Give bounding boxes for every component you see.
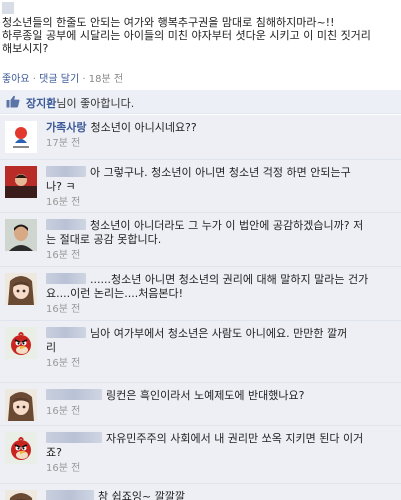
comment-body: 링컨은 흑인이라서 노예제도에 반대했나요? 16분 전	[46, 389, 397, 419]
commenter-avatar[interactable]	[5, 273, 37, 305]
comment-text: 리	[46, 341, 57, 354]
commenter-avatar[interactable]	[5, 432, 37, 464]
comment-text: 죠?	[46, 446, 62, 459]
separator: ·	[32, 74, 36, 85]
comment-text-line: 청소년이 아니더라도 그 누가 이 법안에 공감하겠습니까? 저	[46, 219, 397, 233]
commenter-avatar[interactable]	[5, 389, 37, 421]
comment-body: 님아 여가부에서 청소년은 사람도 아니에요. 만만한 깔꺼리 16분 전	[46, 327, 397, 371]
comment-text-line: 는 절대로 공감 못합니다.	[46, 233, 397, 247]
post-text: 청소년들의 한줄도 안되는 여가와 행복추구권을 맘대로 침해하지마라~!! 하…	[2, 16, 397, 55]
comment-author-link[interactable]: 가족사랑	[46, 121, 86, 134]
comment-text-line: 죠?	[46, 446, 397, 460]
commenter-avatar[interactable]	[5, 219, 37, 251]
blurred-author-name[interactable]	[46, 389, 102, 400]
comment-body: 참 쉽죠잉~ 깔깔깔	[46, 490, 397, 500]
comment-timestamp[interactable]: 16분 전	[46, 462, 397, 476]
like-link[interactable]: 좋아요	[2, 74, 30, 85]
comment-text-line: 가족사랑 청소년이 아니시네요??	[46, 121, 397, 135]
comment-body: 아 그렇구나. 청소년이 아니면 청소년 걱정 하면 안되는구나? ㅋ 16분 전	[46, 166, 397, 210]
blurred-author-name[interactable]	[46, 327, 86, 338]
comment-body: ......청소년 아니면 청소년의 권리에 대해 말하지 말라는 건가 요...…	[46, 273, 397, 317]
commenter-avatar[interactable]	[5, 121, 37, 153]
comment-text: 청소년이 아니더라도 그 누가 이 법안에 공감하겠습니까? 저	[90, 219, 364, 232]
liker-name-link[interactable]: 장지환	[26, 97, 56, 110]
comment-text: 나? ㅋ	[46, 180, 76, 193]
comment-timestamp[interactable]: 16분 전	[46, 249, 397, 263]
blurred-author-name[interactable]	[46, 219, 86, 230]
comment-timestamp[interactable]: 16분 전	[46, 303, 397, 317]
blurred-author-name[interactable]	[46, 166, 86, 177]
comment-text: ......청소년 아니면 청소년의 권리에 대해 말하지 말라는 건가	[90, 273, 369, 286]
post-author-avatar[interactable]	[2, 2, 14, 14]
likes-text: 장지환님이 좋아합니다.	[26, 95, 134, 111]
blurred-author-name[interactable]	[46, 273, 86, 284]
comment-text-line: 자유민주주의 사회에서 내 권리만 쏘옥 지키면 된다 이거	[46, 432, 397, 446]
comment-item: 청소년이 아니더라도 그 누가 이 법안에 공감하겠습니까? 저는 절대로 공감…	[0, 213, 401, 267]
comment-timestamp[interactable]: 16분 전	[46, 196, 397, 210]
likes-suffix: 님이 좋아합니다.	[56, 97, 135, 110]
blurred-author-name[interactable]	[46, 490, 94, 500]
comment-text-line: 나? ㅋ	[46, 180, 397, 194]
comment-text-line: ......청소년 아니면 청소년의 권리에 대해 말하지 말라는 건가	[46, 273, 397, 287]
separator: ·	[82, 74, 86, 85]
comment-text: 자유민주주의 사회에서 내 권리만 쏘옥 지키면 된다 이거	[106, 432, 364, 445]
comment-text-line: 아 그렇구나. 청소년이 아니면 청소년 걱정 하면 안되는구	[46, 166, 397, 180]
comment-item: 자유민주주의 사회에서 내 권리만 쏘옥 지키면 된다 이거죠? 16분 전	[0, 426, 401, 484]
post-text-line: 하루종일 공부에 시달리는 아이들의 미친 야자부터 셧다운 시키고 이 미친 …	[2, 29, 371, 42]
comment-text-line: 님아 여가부에서 청소년은 사람도 아니에요. 만만한 깔꺼	[46, 327, 397, 341]
commenter-avatar[interactable]	[5, 166, 37, 198]
comment-text: 청소년이 아니시네요??	[90, 121, 197, 134]
commenter-avatar[interactable]	[5, 327, 37, 359]
comment-text: 님아 여가부에서 청소년은 사람도 아니에요. 만만한 깔꺼	[90, 327, 348, 340]
post: 청소년들의 한줄도 안되는 여가와 행복추구권을 맘대로 침해하지마라~!! 하…	[0, 0, 401, 85]
comment-item: 링컨은 흑인이라서 노예제도에 반대했나요? 16분 전	[0, 383, 401, 426]
comment-text: 링컨은 흑인이라서 노예제도에 반대했나요?	[106, 389, 305, 402]
comment-text-line: 링컨은 흑인이라서 노예제도에 반대했나요?	[46, 389, 397, 403]
post-text-line: 해보시지?	[2, 42, 49, 55]
comment-text-line: 요....이런 논리는....처음본다!	[46, 287, 397, 301]
comment-text-line: 리	[46, 341, 397, 355]
comment-body: 청소년이 아니더라도 그 누가 이 법안에 공감하겠습니까? 저는 절대로 공감…	[46, 219, 397, 263]
comment-link[interactable]: 댓글 달기	[39, 74, 79, 85]
comment-body: 가족사랑 청소년이 아니시네요?? 17분 전	[46, 121, 397, 151]
post-timestamp[interactable]: 18분 전	[89, 74, 123, 85]
comment-body: 자유민주주의 사회에서 내 권리만 쏘옥 지키면 된다 이거죠? 16분 전	[46, 432, 397, 476]
blurred-author-name[interactable]	[46, 432, 102, 443]
comment-item: 아 그렇구나. 청소년이 아니면 청소년 걱정 하면 안되는구나? ㅋ 16분 전	[0, 160, 401, 213]
comment-item: 님아 여가부에서 청소년은 사람도 아니에요. 만만한 깔꺼리 16분 전	[0, 321, 401, 383]
comment-text-line: 참 쉽죠잉~ 깔깔깔	[46, 490, 397, 500]
comment-timestamp[interactable]: 17분 전	[46, 137, 397, 151]
comment-timestamp[interactable]: 16분 전	[46, 357, 397, 371]
comment-item: ......청소년 아니면 청소년의 권리에 대해 말하지 말라는 건가 요...…	[0, 267, 401, 321]
comment-item: 가족사랑 청소년이 아니시네요?? 17분 전	[0, 115, 401, 160]
comment-text: 는 절대로 공감 못합니다.	[46, 233, 162, 246]
comment-text: 아 그렇구나. 청소년이 아니면 청소년 걱정 하면 안되는구	[90, 166, 351, 179]
comment-item: 참 쉽죠잉~ 깔깔깔	[0, 484, 401, 500]
post-text-line: 청소년들의 한줄도 안되는 여가와 행복추구권을 맘대로 침해하지마라~!!	[2, 16, 335, 29]
thumbs-up-icon	[6, 95, 20, 108]
comment-text: 참 쉽죠잉~ 깔깔깔	[98, 490, 186, 500]
comment-timestamp[interactable]: 16분 전	[46, 405, 397, 419]
comment-text: 요....이런 논리는....처음본다!	[46, 287, 184, 300]
likes-summary: 장지환님이 좋아합니다.	[0, 90, 401, 114]
post-actions: 좋아요 · 댓글 달기 · 18분 전	[2, 70, 123, 85]
commenter-avatar[interactable]	[5, 490, 37, 500]
